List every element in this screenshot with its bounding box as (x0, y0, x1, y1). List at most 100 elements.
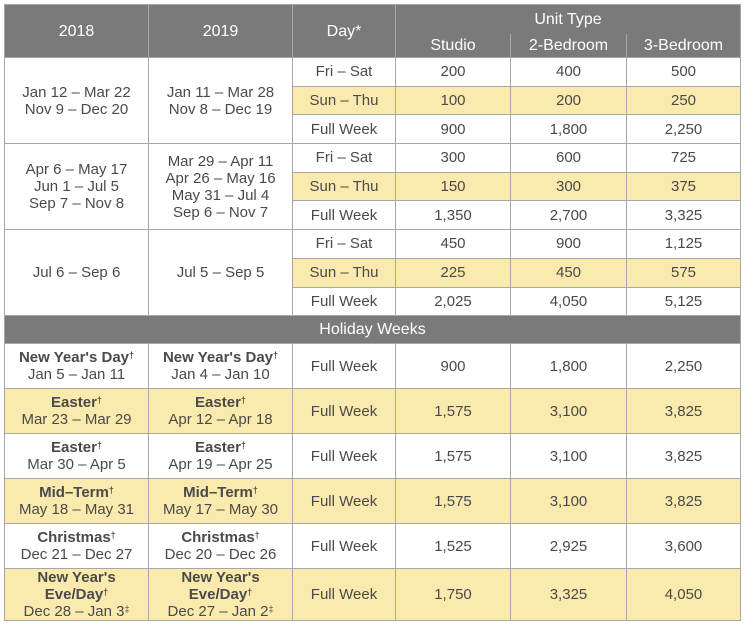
day-cell: Full Week (292, 568, 396, 622)
season-dates-2018: Jan 12 – Mar 22 Nov 9 – Dec 20 (4, 56, 149, 145)
holiday-name: New Year's Eve/Day† (6, 570, 148, 604)
three-bedroom-points: 5,125 (626, 286, 741, 317)
day-cell: Full Week (292, 478, 396, 525)
holiday-name: Christmas† (6, 529, 148, 547)
two-bedroom-points: 400 (510, 57, 627, 87)
holiday-dates: Dec 21 – Dec 27 (6, 546, 148, 564)
holiday-date-text: Dec 28 – Jan 3 (23, 603, 125, 621)
dagger-mark: † (108, 485, 114, 496)
two-bedroom-points: 450 (510, 257, 627, 288)
two-bedroom-points: 600 (510, 143, 627, 173)
holiday-name-text: New Year's Day (18, 349, 130, 367)
holiday-cell-2019: New Year's Day† Jan 4 – Jan 10 (148, 343, 293, 390)
points-chart-table: 2018 2019 Day* Unit Type Studio 2-Bedroo… (4, 4, 741, 622)
holiday-date-text: Dec 20 – Dec 26 (164, 546, 277, 564)
dagger-mark: † (110, 530, 116, 541)
holiday-name-text: Christmas (181, 529, 255, 547)
holiday-cell-2019: Easter† Apr 12 – Apr 18 (148, 388, 293, 435)
three-bedroom-points: 2,250 (626, 114, 741, 145)
dagger-mark: † (273, 350, 279, 361)
header-3-bedroom: 3-Bedroom (626, 34, 741, 58)
dagger-mark: † (129, 350, 135, 361)
holiday-name-text: Mid–Term (183, 484, 253, 502)
holiday-dates: Dec 28 – Jan 3‡ (6, 603, 148, 621)
studio-points: 900 (395, 343, 511, 390)
holiday-name: Easter† (6, 439, 148, 456)
header-studio: Studio (395, 34, 511, 58)
studio-points: 1,575 (395, 478, 511, 525)
studio-points: 1,350 (395, 200, 511, 231)
three-bedroom-points: 3,825 (626, 388, 741, 435)
holiday-name: Easter† (150, 394, 292, 411)
holiday-name-text: Mid–Term (39, 484, 109, 502)
holiday-cell-2018: Easter† Mar 30 – Apr 5 (4, 433, 149, 480)
day-cell: Sun – Thu (292, 257, 396, 288)
holiday-row: New Year's Eve/Day† Dec 28 – Jan 3‡ New Ye… (4, 568, 741, 622)
holiday-dates: Dec 27 – Jan 2‡ (150, 603, 292, 620)
holiday-name: Easter† (6, 394, 148, 411)
studio-points: 1,575 (395, 433, 511, 480)
day-cell: Fri – Sat (292, 143, 396, 173)
three-bedroom-points: 3,825 (626, 478, 741, 525)
season-row: Jan 12 – Mar 22 Nov 9 – Dec 20 Jan 11 – Ma… (4, 56, 741, 145)
date-range: Jul 5 – Sep 5 (176, 264, 265, 282)
dagger-mark: † (240, 395, 246, 406)
holiday-cell-2018: Christmas† Dec 21 – Dec 27 (4, 523, 149, 570)
holiday-name-text: New Year's Day (162, 349, 274, 367)
two-bedroom-points: 2,700 (510, 200, 627, 231)
holiday-dates: May 17 – May 30 (150, 501, 292, 519)
dagger-mark: † (103, 587, 109, 598)
season-dates-2018: Apr 6 – May 17 Jun 1 – Jul 5 Sep 7 – Nov 8 (4, 143, 149, 231)
studio-points: 1,525 (395, 523, 511, 570)
holiday-name: Mid–Term† (150, 484, 292, 502)
date-range: Jun 1 – Jul 5 (33, 178, 120, 196)
holiday-row: New Year's Day† Jan 5 – Jan 11 New Year's … (4, 343, 741, 390)
studio-points: 900 (395, 114, 511, 145)
three-bedroom-points: 375 (626, 171, 741, 202)
two-bedroom-points: 300 (510, 171, 627, 202)
three-bedroom-points: 3,600 (626, 523, 741, 570)
holiday-name-text: Easter (195, 439, 241, 457)
holiday-cell-2019: Easter† Apr 19 – Apr 25 (148, 433, 293, 480)
two-bedroom-points: 3,100 (510, 433, 627, 480)
three-bedroom-points: 3,825 (626, 433, 741, 480)
day-cell: Full Week (292, 388, 396, 435)
holiday-row: Mid–Term† May 18 – May 31 Mid–Term† May 17 … (4, 478, 741, 525)
dagger-mark: † (247, 587, 253, 598)
holiday-row: Easter† Mar 23 – Mar 29 Easter† Apr 12 – Ap… (4, 388, 741, 435)
holiday-name: New Year's Eve/Day† (150, 570, 292, 604)
holiday-cell-2019: New Year's Eve/Day† Dec 27 – Jan 2‡ (148, 568, 293, 622)
studio-points: 225 (395, 257, 511, 288)
double-dagger-mark: ‡ (124, 604, 130, 615)
season-dates-2019: Mar 29 – Apr 11 Apr 26 – May 16 May 31 – J… (148, 143, 293, 231)
holiday-weeks-banner: Holiday Weeks (4, 315, 741, 345)
day-cell: Full Week (292, 343, 396, 390)
day-cell: Full Week (292, 523, 396, 570)
three-bedroom-points: 575 (626, 257, 741, 288)
holiday-date-text: Apr 12 – Apr 18 (168, 411, 273, 429)
dagger-mark: † (96, 440, 102, 451)
holiday-row: Christmas† Dec 21 – Dec 27 Christmas† Dec 2… (4, 523, 741, 570)
holiday-date-text: Apr 19 – Apr 25 (168, 456, 273, 474)
two-bedroom-points: 900 (510, 229, 627, 259)
holiday-dates: Jan 4 – Jan 10 (150, 366, 292, 383)
date-range: Apr 6 – May 17 (25, 161, 128, 179)
date-range: Jan 12 – Mar 22 (22, 83, 131, 101)
three-bedroom-points: 3,325 (626, 200, 741, 231)
studio-points: 150 (395, 171, 511, 202)
studio-points: 100 (395, 85, 511, 116)
date-range: Jan 11 – Mar 28 (166, 83, 275, 101)
holiday-date-text: May 17 – May 30 (162, 501, 279, 519)
three-bedroom-points: 4,050 (626, 568, 741, 622)
day-cell: Full Week (292, 433, 396, 480)
holiday-name: New Year's Day† (150, 349, 292, 367)
holiday-date-text: Dec 21 – Dec 27 (20, 546, 133, 564)
three-bedroom-points: 250 (626, 85, 741, 116)
header-2-bedroom: 2-Bedroom (510, 34, 627, 58)
holiday-name-text: Christmas (37, 529, 111, 547)
holiday-dates: Dec 20 – Dec 26 (150, 546, 292, 564)
holiday-dates: Mar 23 – Mar 29 (6, 411, 148, 429)
holiday-date-text: Mar 23 – Mar 29 (21, 411, 132, 429)
three-bedroom-points: 500 (626, 57, 741, 87)
holiday-cell-2018: Easter† Mar 23 – Mar 29 (4, 388, 149, 435)
